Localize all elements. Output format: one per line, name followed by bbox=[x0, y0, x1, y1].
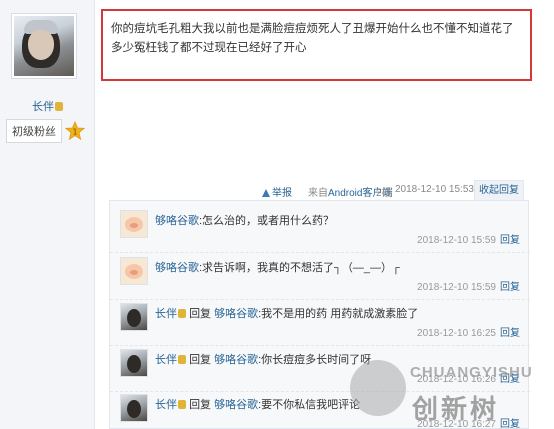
reply-text: 长伴 回复 够咯谷歌:你长痘痘多长时间了呀 bbox=[155, 351, 371, 367]
report-link[interactable]: 举报 bbox=[262, 184, 292, 199]
reply-word: 回复 bbox=[189, 308, 212, 320]
reply-text: 够咯谷歌:怎么治的，或者用什么药？ bbox=[155, 212, 334, 228]
reply-text: 够咯谷歌:求告诉啊，我真的不想活了┐（—_—）┌ bbox=[155, 259, 400, 275]
watermark-logo-icon bbox=[350, 360, 406, 416]
rank-label: 初级粉丝 bbox=[6, 119, 62, 143]
watermark-cn: 创新树 bbox=[412, 394, 500, 424]
reply-text: 长伴 回复 够咯谷歌:要不你私信我吧评论 bbox=[155, 396, 360, 412]
crown-icon bbox=[178, 355, 186, 364]
fan-rank: 初级粉丝 1 bbox=[6, 119, 86, 143]
post-action-bar: 举报 来自Android客户端 2楼 2018-12-10 15:53 收起回复 bbox=[95, 180, 554, 200]
reply-target[interactable]: 够咯谷歌 bbox=[214, 399, 258, 411]
reply-text: 长伴 回复 够咯谷歌:我不是用的药 用药就成激素脸了 bbox=[155, 305, 418, 321]
author-name[interactable]: 长伴 bbox=[32, 101, 54, 113]
watermark-en: CHUANGYISHU bbox=[410, 364, 533, 381]
rank-level: 1 bbox=[72, 128, 77, 137]
reply-body: :要不你私信我吧评论 bbox=[258, 399, 361, 411]
floor-number: 2楼 bbox=[376, 188, 392, 199]
reply-item: 够咯谷歌:求告诉啊，我真的不想活了┐（—_—）┌ 2018-12-10 15:5… bbox=[110, 248, 530, 300]
reply-time: 2018-12-10 15:59 bbox=[417, 282, 496, 293]
crown-icon bbox=[178, 400, 186, 409]
crown-icon bbox=[178, 309, 186, 318]
crown-icon bbox=[55, 102, 63, 111]
reply-body: :我不是用的药 用药就成激素脸了 bbox=[258, 308, 419, 320]
reply-body: :怎么治的，或者用什么药？ bbox=[199, 215, 335, 227]
reply-time: 2018-12-10 15:59 bbox=[417, 235, 496, 246]
reply-meta: 2018-12-10 16:25 回复 bbox=[417, 324, 520, 339]
post-content-highlight: 你的痘坑毛孔粗大我以前也是满脸痘痘烦死人了丑爆开始什么也不懂不知道花了多少冤枉钱… bbox=[101, 9, 532, 81]
reply-avatar[interactable] bbox=[120, 303, 148, 331]
post-text: 你的痘坑毛孔粗大我以前也是满脸痘痘烦死人了丑爆开始什么也不懂不知道花了多少冤枉钱… bbox=[111, 23, 514, 54]
author-name-link[interactable]: 长伴 bbox=[0, 98, 95, 114]
reply-body: :求告诉啊，我真的不想活了┐（—_—）┌ bbox=[199, 262, 400, 274]
star-level-icon: 1 bbox=[64, 120, 86, 141]
post-time: 2018-12-10 15:53 bbox=[395, 184, 474, 195]
reply-author[interactable]: 长伴 bbox=[155, 354, 177, 366]
collapse-replies-button[interactable]: 收起回复 bbox=[474, 180, 524, 200]
reply-avatar[interactable] bbox=[120, 257, 148, 285]
reply-meta: 2018-12-10 15:59 回复 bbox=[417, 278, 520, 293]
reply-item: 够咯谷歌:怎么治的，或者用什么药？ 2018-12-10 15:59 回复 bbox=[110, 201, 530, 253]
report-label[interactable]: 举报 bbox=[272, 188, 292, 199]
reply-author[interactable]: 够咯谷歌 bbox=[155, 215, 199, 227]
site-watermark: CHUANGYISHU 创新树 bbox=[350, 356, 554, 429]
reply-author[interactable]: 够咯谷歌 bbox=[155, 262, 199, 274]
reply-author[interactable]: 长伴 bbox=[155, 308, 177, 320]
reply-author[interactable]: 长伴 bbox=[155, 399, 177, 411]
reply-word: 回复 bbox=[189, 399, 212, 411]
source-prefix: 来自 bbox=[308, 188, 328, 199]
reply-time: 2018-12-10 16:25 bbox=[417, 328, 496, 339]
reply-button[interactable]: 回复 bbox=[500, 328, 520, 339]
reply-target[interactable]: 够咯谷歌 bbox=[214, 308, 258, 320]
reply-meta: 2018-12-10 15:59 回复 bbox=[417, 231, 520, 246]
reply-word: 回复 bbox=[189, 354, 212, 366]
reply-button[interactable]: 回复 bbox=[500, 235, 520, 246]
reply-target[interactable]: 够咯谷歌 bbox=[214, 354, 258, 366]
reply-avatar[interactable] bbox=[120, 349, 148, 377]
author-avatar[interactable] bbox=[11, 13, 77, 79]
author-sidebar: 长伴 初级粉丝 1 bbox=[0, 0, 95, 429]
reply-avatar[interactable] bbox=[120, 394, 148, 422]
avatar-photo bbox=[14, 16, 74, 76]
reply-item: 长伴 回复 够咯谷歌:我不是用的药 用药就成激素脸了 2018-12-10 16… bbox=[110, 294, 530, 346]
warning-icon bbox=[262, 189, 270, 197]
reply-avatar[interactable] bbox=[120, 210, 148, 238]
reply-button[interactable]: 回复 bbox=[500, 282, 520, 293]
